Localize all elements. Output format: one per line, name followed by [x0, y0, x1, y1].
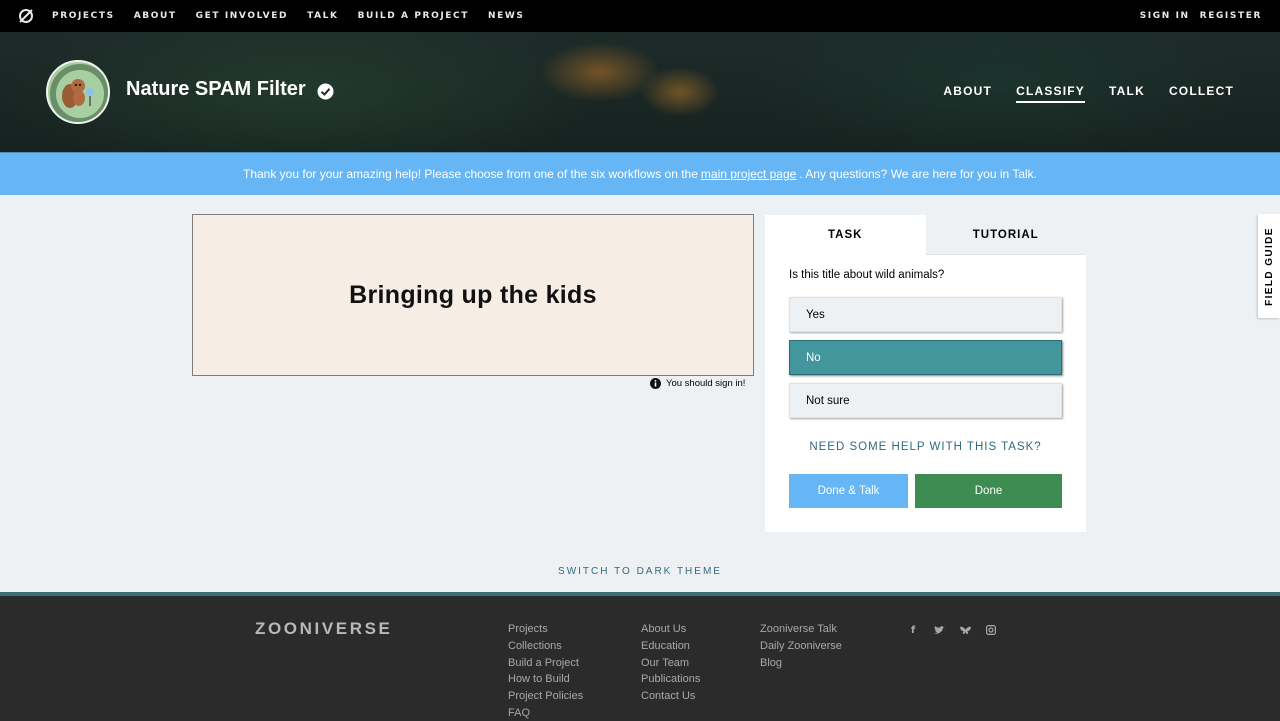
twitter-icon[interactable]	[932, 624, 946, 636]
footer-col-projects: Projects Collections Build a Project How…	[508, 623, 583, 720]
footer-link[interactable]: About Us	[641, 623, 700, 636]
done-and-talk-button[interactable]: Done & Talk	[789, 474, 908, 508]
project-header: Nature SPAM Filter ABOUT CLASSIFY TALK C…	[0, 32, 1280, 152]
footer-link[interactable]: FAQ	[508, 707, 583, 720]
footer-link[interactable]: Blog	[760, 657, 842, 670]
footer-link[interactable]: Projects	[508, 623, 583, 636]
footer-link[interactable]: Our Team	[641, 657, 700, 670]
verified-check-icon	[317, 83, 334, 100]
subject-title-text: Bringing up the kids	[349, 280, 597, 309]
footer-link[interactable]: Publications	[641, 673, 700, 686]
nav-get-involved[interactable]: GET INVOLVED	[196, 11, 288, 21]
nav-projects[interactable]: PROJECTS	[52, 11, 115, 21]
footer-col-about: About Us Education Our Team Publications…	[641, 623, 700, 703]
field-guide-label: FIELD GUIDE	[1263, 226, 1275, 306]
answer-no-button[interactable]: No	[789, 340, 1062, 375]
banner-text-after: . Any questions? We are here for you in …	[799, 167, 1037, 181]
nav-news[interactable]: NEWS	[488, 11, 525, 21]
project-avatar[interactable]	[46, 60, 110, 124]
auth-links: SIGN IN REGISTER	[1140, 0, 1262, 32]
tab-tutorial[interactable]: TUTORIAL	[925, 215, 1086, 255]
footer-link[interactable]: Project Policies	[508, 690, 583, 703]
zooniverse-logo-icon[interactable]	[18, 8, 34, 24]
tab-task[interactable]: TASK	[765, 215, 926, 255]
footer-link[interactable]: Contact Us	[641, 690, 700, 703]
social-links: f	[906, 624, 998, 636]
answer-yes-button[interactable]: Yes	[789, 297, 1062, 332]
nav-about[interactable]: ABOUT	[134, 11, 177, 21]
project-nav-collect[interactable]: COLLECT	[1169, 84, 1234, 103]
field-guide-tab[interactable]: FIELD GUIDE	[1258, 214, 1280, 318]
bluesky-icon[interactable]	[958, 624, 972, 636]
answer-not-sure-button[interactable]: Not sure	[789, 383, 1062, 418]
register-link[interactable]: REGISTER	[1200, 11, 1262, 21]
site-nav-links: PROJECTS ABOUT GET INVOLVED TALK BUILD A…	[52, 0, 524, 32]
instagram-icon[interactable]	[984, 624, 998, 636]
facebook-icon[interactable]: f	[906, 624, 920, 636]
announcement-banner: Thank you for your amazing help! Please …	[0, 152, 1280, 195]
footer-link[interactable]: Collections	[508, 640, 583, 653]
signin-note-text: You should sign in!	[666, 378, 746, 389]
task-question: Is this title about wild animals?	[789, 269, 945, 281]
info-icon	[650, 378, 661, 389]
footer-link[interactable]: Zooniverse Talk	[760, 623, 842, 636]
task-panel: TASK TUTORIAL Is this title about wild a…	[765, 215, 1086, 532]
footer-logo[interactable]: ZOONIVERSE	[255, 619, 392, 639]
main-project-page-link[interactable]: main project page	[701, 167, 796, 181]
project-nav-talk[interactable]: TALK	[1109, 84, 1145, 103]
site-footer: ZOONIVERSE Projects Collections Build a …	[0, 592, 1280, 721]
nav-talk[interactable]: TALK	[307, 11, 339, 21]
task-help-link[interactable]: NEED SOME HELP WITH THIS TASK?	[765, 441, 1086, 453]
footer-link[interactable]: How to Build	[508, 673, 583, 686]
footer-logo-text: ZOONIVERSE	[255, 619, 393, 638]
project-nav-classify[interactable]: CLASSIFY	[1016, 84, 1086, 103]
project-title[interactable]: Nature SPAM Filter	[126, 78, 306, 101]
banner-text-before: Thank you for your amazing help! Please …	[243, 167, 698, 181]
footer-link[interactable]: Build a Project	[508, 657, 583, 670]
footer-col-talk: Zooniverse Talk Daily Zooniverse Blog	[760, 623, 842, 669]
switch-theme-link[interactable]: SWITCH TO DARK THEME	[0, 566, 1280, 577]
site-top-nav: PROJECTS ABOUT GET INVOLVED TALK BUILD A…	[0, 0, 1280, 32]
task-tabs: TASK TUTORIAL	[765, 215, 1086, 255]
footer-link[interactable]: Daily Zooniverse	[760, 640, 842, 653]
project-nav: ABOUT CLASSIFY TALK COLLECT	[943, 84, 1234, 103]
squirrel-logo-icon	[48, 62, 108, 122]
footer-link[interactable]: Education	[641, 640, 700, 653]
nav-build-a-project[interactable]: BUILD A PROJECT	[358, 11, 469, 21]
signin-note: You should sign in!	[650, 378, 745, 389]
sign-in-link[interactable]: SIGN IN	[1140, 11, 1190, 21]
subject-viewer: Bringing up the kids	[192, 214, 754, 376]
done-button[interactable]: Done	[915, 474, 1062, 508]
project-nav-about[interactable]: ABOUT	[943, 84, 992, 103]
